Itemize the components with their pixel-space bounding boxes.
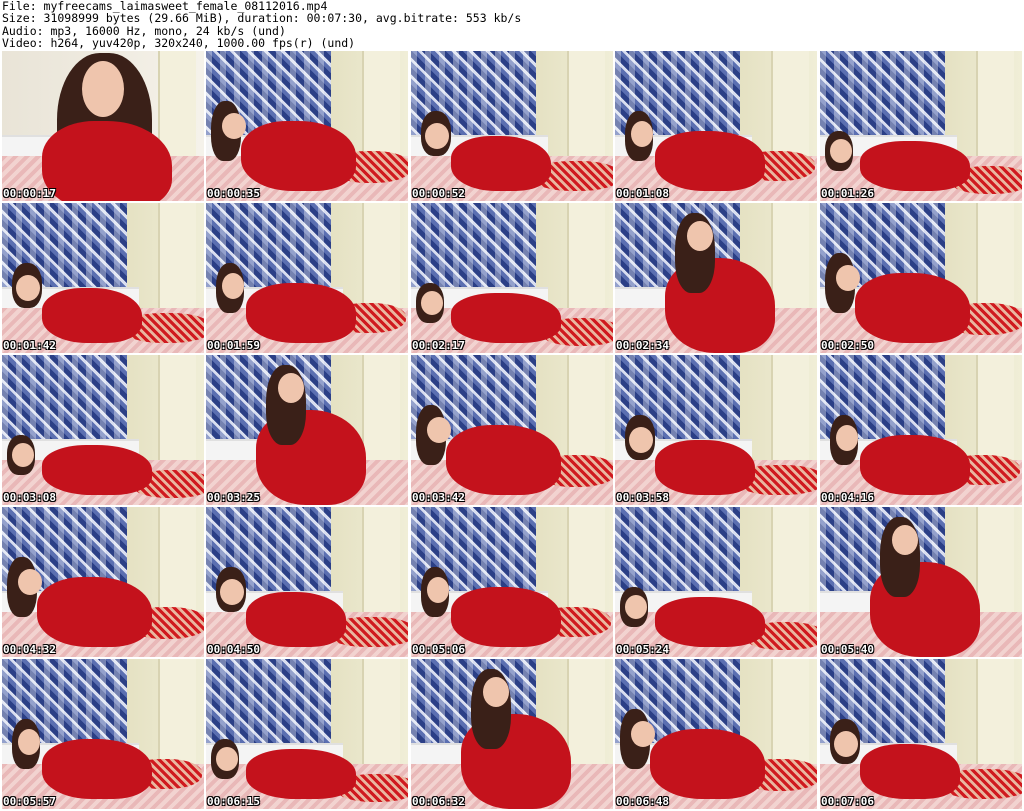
video-thumbnail: 00:01:42 — [2, 203, 204, 353]
thumbnail-timestamp: 00:01:42 — [3, 339, 56, 352]
video-thumbnail: 00:03:58 — [615, 355, 817, 505]
thumbnail-timestamp: 00:01:26 — [821, 187, 874, 200]
video-thumbnail: 00:02:17 — [411, 203, 613, 353]
thumbnail-timestamp: 00:03:58 — [616, 491, 669, 504]
thumbnail-timestamp: 00:01:59 — [207, 339, 260, 352]
thumbnail-timestamp: 00:01:08 — [616, 187, 669, 200]
thumbnail-timestamp: 00:05:24 — [616, 643, 669, 656]
thumbnail-timestamp: 00:06:32 — [412, 795, 465, 808]
thumbnail-timestamp: 00:00:52 — [412, 187, 465, 200]
thumbnail-timestamp: 00:00:17 — [3, 187, 56, 200]
thumbnail-timestamp: 00:04:32 — [3, 643, 56, 656]
thumbnail-timestamp: 00:04:16 — [821, 491, 874, 504]
thumbnail-timestamp: 00:02:17 — [412, 339, 465, 352]
video-thumbnail: 00:03:25 — [206, 355, 408, 505]
thumbnail-timestamp: 00:02:34 — [616, 339, 669, 352]
video-thumbnail: 00:00:17 — [2, 51, 204, 201]
video-thumbnail: 00:01:08 — [615, 51, 817, 201]
video-thumbnail: 00:04:16 — [820, 355, 1022, 505]
thumbnail-timestamp: 00:03:08 — [3, 491, 56, 504]
thumbnail-timestamp: 00:05:06 — [412, 643, 465, 656]
video-thumbnail: 00:07:06 — [820, 659, 1022, 809]
video-thumbnail: 00:04:32 — [2, 507, 204, 657]
video-thumbnail: 00:06:48 — [615, 659, 817, 809]
video-thumbnail: 00:04:50 — [206, 507, 408, 657]
thumbnail-grid: 00:00:17 00:00:35 00:00:52 00:01:08 00:01:26… — [2, 51, 1022, 811]
file-info-header: File: myfreecams_laimasweet_female_08112… — [2, 0, 1022, 50]
video-thumbnail: 00:05:24 — [615, 507, 817, 657]
video-thumbnail: 00:03:42 — [411, 355, 613, 505]
video-info-line: Video: h264, yuv420p, 320x240, 1000.00 f… — [2, 36, 356, 51]
video-thumbnail: 00:00:35 — [206, 51, 408, 201]
thumbnail-timestamp: 00:03:25 — [207, 491, 260, 504]
file-size-line: Size: 31098999 bytes (29.66 MiB), durati… — [2, 11, 522, 26]
video-thumbnail: 00:02:50 — [820, 203, 1022, 353]
video-thumbnail: 00:01:26 — [820, 51, 1022, 201]
video-thumbnail: 00:06:15 — [206, 659, 408, 809]
video-thumbnail: 00:00:52 — [411, 51, 613, 201]
video-thumbnail: 00:02:34 — [615, 203, 817, 353]
thumbnail-timestamp: 00:06:15 — [207, 795, 260, 808]
video-thumbnail: 00:03:08 — [2, 355, 204, 505]
video-thumbnail: 00:05:40 — [820, 507, 1022, 657]
thumbnail-timestamp: 00:05:57 — [3, 795, 56, 808]
video-thumbnail: 00:06:32 — [411, 659, 613, 809]
thumbnail-timestamp: 00:05:40 — [821, 643, 874, 656]
thumbnail-timestamp: 00:03:42 — [412, 491, 465, 504]
video-thumbnail: 00:05:57 — [2, 659, 204, 809]
video-thumbnail: 00:05:06 — [411, 507, 613, 657]
thumbnail-timestamp: 00:02:50 — [821, 339, 874, 352]
thumbnail-timestamp: 00:04:50 — [207, 643, 260, 656]
thumbnail-timestamp: 00:00:35 — [207, 187, 260, 200]
thumbnail-timestamp: 00:07:06 — [821, 795, 874, 808]
video-thumbnail: 00:01:59 — [206, 203, 408, 353]
thumbnail-timestamp: 00:06:48 — [616, 795, 669, 808]
